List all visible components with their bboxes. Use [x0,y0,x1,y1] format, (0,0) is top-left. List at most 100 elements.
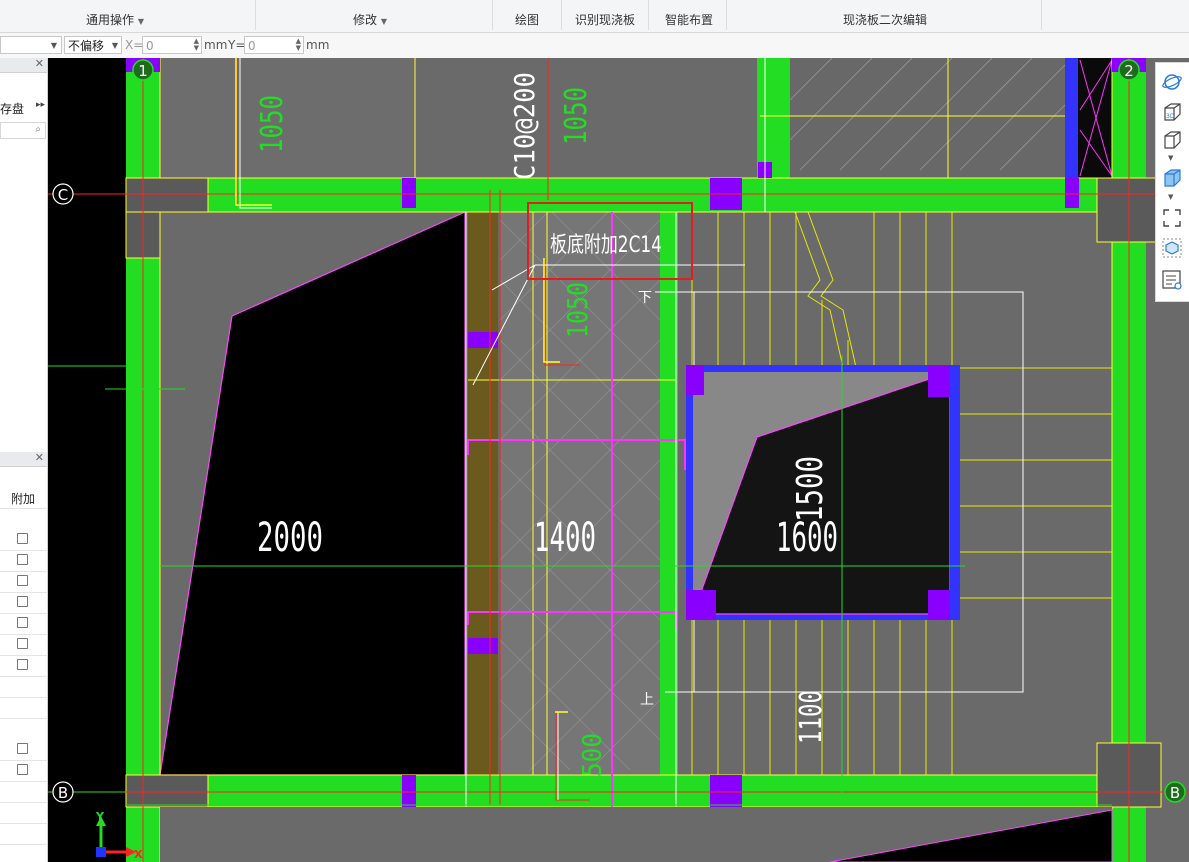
ribbon-separator [492,0,493,30]
shaded-cube-icon[interactable] [1161,167,1183,189]
chevron-down-icon[interactable]: ▼ [1168,154,1173,162]
drawing-canvas[interactable]: 1 2 C B B 2000 1400 1600 1500 1100 1050 … [48,58,1189,862]
row-divider [0,718,47,719]
x-unit: mm [204,38,228,52]
chevron-down-icon: ▼ [111,41,118,50]
ribbon-group-modify-label: 修改 [353,13,378,27]
row-divider [0,781,47,782]
offset-mode-value: 不偏移 [68,39,105,53]
ribbon-group-recognize-label: 识别现浇板 [574,13,635,27]
axis-label-1: 1 [138,62,148,80]
attach-checkbox[interactable] [17,596,28,607]
y-unit: mm [306,38,330,52]
close-icon[interactable]: ✕ [35,451,44,464]
x-label: X= [125,38,144,52]
svg-text:3D: 3D [1166,113,1175,120]
ribbon-separator [726,0,727,30]
ribbon-group-general[interactable]: 通用操作 ▼ [70,10,160,30]
dimension-1050-top-left: 1050 [255,95,290,153]
ribbon-group-secondary-edit[interactable]: 现浇板二次编辑 [815,10,955,30]
axis-bubble-2: 2 [1118,59,1140,81]
ribbon-group-smart-layout[interactable]: 智能布置 [655,10,723,30]
column-header-attach: 附加 [11,492,36,506]
dimension-1050-top-mid: 1050 [559,87,594,145]
save-tab[interactable]: 存盘 [0,100,24,117]
ribbon: 通用操作 ▼ 修改 ▼ 绘图 识别现浇板 智能布置 现浇板二次编辑 [0,0,1189,33]
chevron-down-icon[interactable]: ▼ [1168,193,1173,201]
ribbon-separator [255,0,256,30]
attach-checkbox[interactable] [17,575,28,586]
3d-view-icon[interactable]: 3D [1161,101,1183,123]
row-divider [0,508,47,509]
row-divider [0,697,47,698]
axis-label-2: 2 [1124,62,1134,80]
ribbon-separator [561,0,562,30]
stair-down-label: 下 [638,290,652,306]
ribbon-group-smart-layout-label: 智能布置 [664,13,713,27]
close-icon[interactable]: ✕ [35,57,44,70]
stair-beam-strip [468,212,498,775]
chevron-down-icon: ▼ [50,41,57,50]
dimension-1400: 1400 [534,515,596,561]
chevron-down-icon: ▼ [380,17,387,26]
zoom-extents-icon[interactable] [1161,207,1183,229]
axis-label-b-left: B [58,784,68,802]
cad-drawing[interactable]: 1 2 C B B 2000 1400 1600 1500 1100 1050 … [48,58,1189,862]
panel-header: ✕ [0,57,47,73]
select-box-icon[interactable] [1161,237,1183,259]
dimension-2000: 2000 [257,515,323,561]
row-divider [0,634,47,635]
attach-checkbox[interactable] [17,554,28,565]
dimension-1500: 1500 [790,456,831,522]
axis-label-c: C [58,186,68,204]
coordinate-toolbar: ▼ 不偏移 ▼ X= 0 ▲ ▼ mm Y= 0 ▲ ▼ mm [0,33,1189,59]
ribbon-group-draw-label: 绘图 [514,13,539,27]
dimension-1100: 1100 [794,690,829,744]
rebar-spec-c10-200: C10@200 [508,72,541,180]
row-divider [0,613,47,614]
ribbon-group-modify[interactable]: 修改 ▼ [340,10,400,30]
axis-bubble-b-left: B [52,781,74,803]
ribbon-group-draw[interactable]: 绘图 [505,10,549,30]
left-panel: ✕ 存盘 ▸▸ ⌕ ✕ 附加 [0,57,48,862]
attach-checkbox[interactable] [17,764,28,775]
hatched-slab [790,58,1065,178]
attach-checkbox[interactable] [17,659,28,670]
beam-blue [950,365,960,620]
spinner-icon[interactable]: ▲ ▼ [296,38,301,52]
rebar-annotation: 板底附加2C14 [550,233,662,258]
row-divider [0,571,47,572]
dimension-500: 500 [578,733,608,777]
x-input[interactable]: 0 ▲ ▼ [142,36,202,54]
opening-top-right [1078,58,1112,178]
column [686,365,704,395]
search-icon[interactable]: ⌕ [35,124,41,135]
ucs-y-label: Y [95,810,105,823]
cube-view-icon[interactable] [1161,129,1183,151]
spinner-icon[interactable]: ▲ ▼ [194,38,199,52]
view-toolbar: 3D ▼ ▼ [1155,62,1189,302]
attach-checkbox[interactable] [17,743,28,754]
ribbon-separator [648,0,649,30]
ribbon-group-recognize[interactable]: 识别现浇板 [568,10,642,30]
offset-mode-select[interactable]: 不偏移 ▼ [64,36,122,54]
row-divider [0,655,47,656]
stair-up-label: 上 [640,692,654,708]
snap-select[interactable]: ▼ [0,36,62,54]
row-divider [0,676,47,677]
expand-icon[interactable]: ▸▸ [36,100,45,110]
x-value: 0 [146,39,154,53]
panel-search-input[interactable]: ⌕ [0,122,46,139]
ribbon-group-secondary-edit-label: 现浇板二次编辑 [842,13,927,27]
column [686,590,716,620]
y-input[interactable]: 0 ▲ ▼ [244,36,304,54]
attach-checkbox[interactable] [17,638,28,649]
row-divider [0,844,47,845]
attach-checkbox[interactable] [17,533,28,544]
orbit-icon[interactable] [1161,71,1183,93]
chevron-down-icon: ▼ [137,17,144,26]
attach-checkbox[interactable] [17,617,28,628]
row-divider [0,823,47,824]
properties-view-icon[interactable] [1161,269,1183,291]
beam-vertical-mid [660,212,678,775]
